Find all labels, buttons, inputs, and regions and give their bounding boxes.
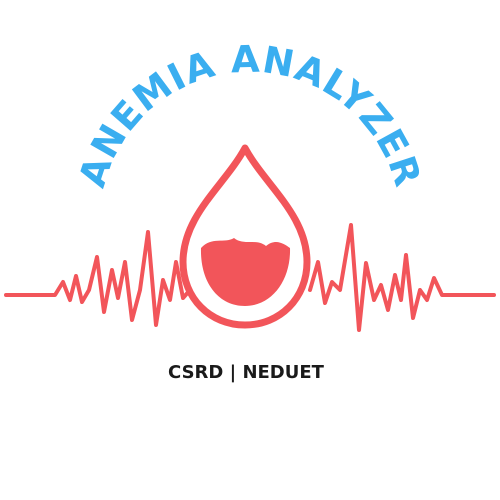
drop-fill [200, 238, 291, 306]
org-label: CSRD | NEDUET [168, 362, 325, 383]
logo-title: ANEMIA ANALYZER [71, 38, 430, 192]
blood-drop-icon [179, 144, 311, 329]
ecg-line-left [4, 230, 192, 327]
ecg-line-right [308, 223, 496, 332]
anemia-analyzer-logo: ANEMIA ANALYZER CSRD | NEDUET [4, 38, 496, 383]
logo-title-path: ANEMIA ANALYZER [71, 38, 429, 192]
